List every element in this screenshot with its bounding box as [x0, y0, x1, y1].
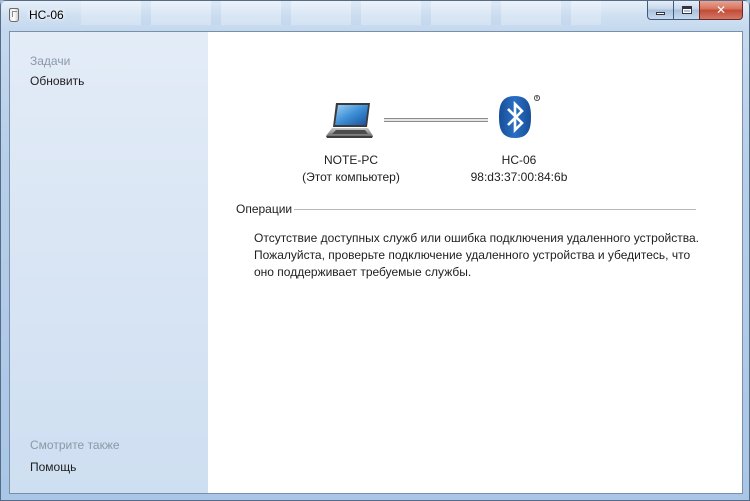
- connection-line: [384, 118, 488, 122]
- client-area: Задачи Обновить Смотрите также Помощь R …: [9, 31, 743, 494]
- tasks-heading: Задачи: [30, 54, 71, 68]
- window-title: HC-06: [29, 8, 64, 22]
- bluetooth-icon: R: [499, 95, 541, 138]
- caption-buttons: ✕: [647, 1, 743, 20]
- minimize-button[interactable]: [647, 1, 673, 20]
- message-line: Отсутствие доступных служб или ошибка по…: [254, 231, 699, 245]
- see-also-heading: Смотрите также: [30, 438, 120, 452]
- title-bar[interactable]: HC-06 ✕: [1, 1, 749, 31]
- maximize-icon: [681, 6, 692, 14]
- aero-glass-background: [81, 1, 601, 25]
- app-icon[interactable]: [9, 8, 19, 22]
- computer-subtitle: (Этот компьютер): [302, 170, 400, 184]
- operations-message: Отсутствие доступных служб или ошибка по…: [254, 230, 714, 281]
- laptop-icon: [326, 103, 373, 138]
- task-pane: Задачи Обновить Смотрите также Помощь: [10, 32, 208, 493]
- computer-name: NOTE-PC: [324, 153, 378, 167]
- device-details: R NOTE-PC (Этот компьютер) HC-06 98:d3:3…: [208, 32, 742, 493]
- svg-text:R: R: [536, 96, 539, 101]
- remote-device-label: HC-06 98:d3:37:00:84:6b: [454, 152, 584, 186]
- device-name: HC-06: [501, 153, 537, 167]
- close-icon: ✕: [715, 3, 727, 17]
- help-link[interactable]: Помощь: [30, 460, 76, 474]
- message-line: оно поддерживает требуемые службы.: [254, 265, 472, 279]
- minimize-icon: [656, 11, 665, 15]
- maximize-button[interactable]: [673, 1, 699, 20]
- device-address: 98:d3:37:00:84:6b: [470, 170, 568, 184]
- message-line: Пожалуйста, проверьте подключение удален…: [254, 248, 691, 262]
- bluetooth-device-window: HC-06 ✕ Задачи Обновить Смотрите также П…: [0, 0, 750, 501]
- operations-heading: Операции: [236, 202, 293, 216]
- close-button[interactable]: ✕: [699, 1, 743, 20]
- local-computer-label: NOTE-PC (Этот компьютер): [286, 152, 416, 186]
- operations-divider: [294, 209, 696, 210]
- refresh-link[interactable]: Обновить: [30, 74, 84, 88]
